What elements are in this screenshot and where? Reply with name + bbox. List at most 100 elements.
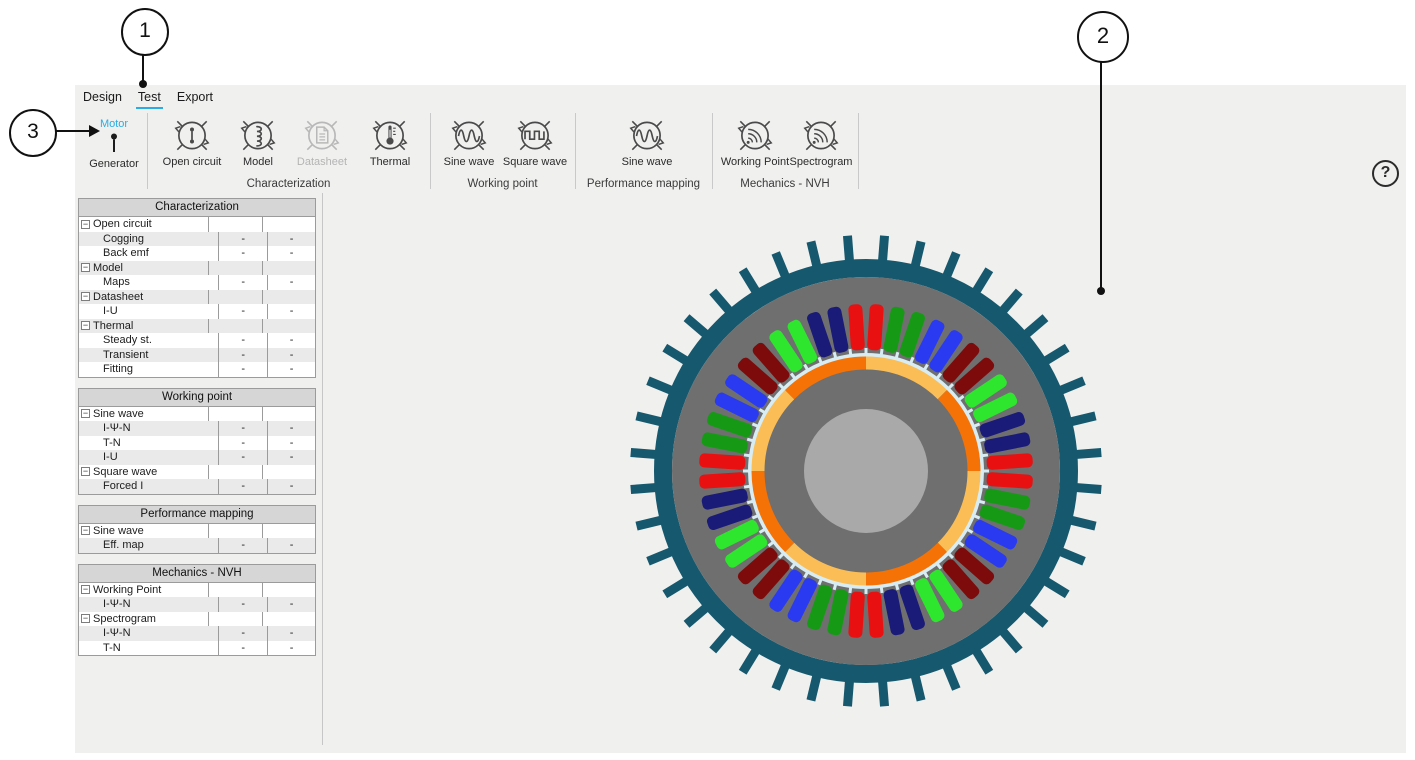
value-cell: - [218, 450, 267, 465]
value-cell: - [267, 626, 315, 641]
sine-wave-button[interactable]: Sine wave [603, 114, 691, 168]
value-cell: - [267, 333, 315, 348]
open-circuit-icon [174, 120, 210, 151]
value-cell: - [267, 450, 315, 465]
spectrogram-button[interactable]: Spectrogram [777, 114, 865, 168]
table-row[interactable]: I-Ψ-N - - [79, 597, 315, 612]
table-row[interactable]: T-N - - [79, 640, 315, 655]
value-cell: - [218, 421, 267, 436]
results-table-performance-mapping: Performance mapping − Sine wave Eff. map - - [78, 504, 316, 554]
table-row[interactable]: T-N - - [79, 435, 315, 450]
value-cell: - [267, 275, 315, 290]
value-cell: - [267, 231, 315, 246]
value-cell: - [267, 597, 315, 612]
callout-3-arrowhead [89, 125, 100, 137]
row-label: Maps [103, 276, 130, 288]
value-cell [262, 582, 315, 597]
ribbon-group-performance-mapping: Sine wave Performance mapping [575, 110, 712, 190]
button-label: Spectrogram [789, 156, 853, 168]
value-cell: - [218, 362, 267, 377]
table-row[interactable]: Eff. map - - [79, 538, 315, 553]
stator-tooth [743, 469, 752, 473]
thermal-button[interactable]: Thermal [346, 114, 434, 168]
menu-bar: Design Test Export [81, 88, 227, 110]
table-row[interactable]: Forced I -- [79, 479, 315, 494]
value-cell [262, 217, 315, 232]
row-label: Model [93, 261, 123, 274]
table-row[interactable]: Steady st. - - [79, 333, 315, 348]
nvh-icon [803, 120, 839, 151]
table-row[interactable]: − Working Point [79, 582, 315, 597]
toggle-switch-icon[interactable] [108, 132, 120, 156]
stator-tooth [864, 348, 868, 357]
value-cell [262, 406, 315, 421]
value-cell: - [267, 347, 315, 362]
row-label: Sine wave [93, 524, 144, 537]
table-header: Mechanics - NVH [79, 564, 315, 583]
collapse-icon[interactable]: − [81, 263, 90, 273]
callout-2-dot [1097, 287, 1105, 295]
value-cell [208, 260, 262, 275]
row-label: Cogging [103, 232, 144, 245]
callout-2-line [1100, 59, 1102, 288]
table-row[interactable]: − Sine wave [79, 523, 315, 538]
table-row[interactable]: − Model [79, 260, 315, 275]
collapse-icon[interactable]: − [81, 219, 90, 229]
results-panel: Characterization − Open circuit Cogging - - Ba… [78, 198, 316, 666]
thermometer-icon [372, 120, 408, 151]
row-label: Eff. map [103, 539, 144, 551]
collapse-icon[interactable]: − [81, 292, 90, 302]
collapse-icon[interactable]: − [81, 614, 90, 624]
table-row[interactable]: − Open circuit [79, 217, 315, 232]
value-cell: - [218, 333, 267, 348]
coil-icon [240, 120, 276, 151]
table-row[interactable]: Back emf - - [79, 246, 315, 261]
value-cell [208, 464, 262, 479]
table-row[interactable]: I-U - - [79, 450, 315, 465]
table-row[interactable]: Transient - - [79, 347, 315, 362]
row-label: Open circuit [93, 218, 152, 230]
row-label: Datasheet [93, 290, 144, 303]
generator-mode-label[interactable]: Generator [83, 158, 145, 170]
menu-tab-export[interactable]: Export [175, 90, 215, 109]
table-row[interactable]: − Spectrogram [79, 611, 315, 626]
table-row[interactable]: I-Ψ-N - - [79, 421, 315, 436]
menu-tab-test[interactable]: Test [135, 90, 163, 109]
callout-1-dot [139, 80, 147, 88]
callout-3-line [53, 130, 90, 132]
table-row[interactable]: − Datasheet [79, 289, 315, 304]
table-row[interactable]: I-U - - [79, 304, 315, 319]
table-row[interactable]: I-Ψ-N - - [79, 626, 315, 641]
value-cell [208, 217, 262, 232]
help-button[interactable]: ? [1372, 160, 1399, 187]
collapse-icon[interactable]: − [81, 467, 90, 477]
table-row[interactable]: − Thermal [79, 318, 315, 333]
table-header: Performance mapping [79, 505, 315, 524]
motor-cross-section [630, 235, 1102, 707]
callout-2-circle: 2 [1077, 11, 1129, 63]
value-cell [262, 318, 315, 333]
collapse-icon[interactable]: − [81, 409, 90, 419]
table-row[interactable]: − Square wave [79, 464, 315, 479]
row-label: Back emf [103, 247, 149, 259]
button-label: Thermal [369, 156, 411, 168]
collapse-icon[interactable]: − [81, 585, 90, 595]
table-row[interactable]: Cogging - - [79, 231, 315, 246]
collapse-icon[interactable]: − [81, 321, 90, 331]
ribbon-group-label: Performance mapping [586, 178, 701, 190]
value-cell [262, 523, 315, 538]
ribbon-group-mechanics-nvh: Working Point Spectrogram Mechanics - NVH [712, 110, 858, 190]
value-cell: - [267, 304, 315, 319]
row-label: Steady st. [103, 334, 152, 346]
value-cell [262, 464, 315, 479]
callout-1-line [142, 52, 144, 82]
stator-tooth [864, 585, 868, 594]
motor-cross-section-view [626, 231, 1106, 711]
menu-tab-design[interactable]: Design [81, 90, 124, 109]
table-row[interactable]: Maps - - [79, 275, 315, 290]
value-cell: - [218, 347, 267, 362]
collapse-icon[interactable]: − [81, 526, 90, 536]
square-wave-button[interactable]: Square wave [491, 114, 579, 168]
table-row[interactable]: − Sine wave [79, 406, 315, 421]
table-row[interactable]: Fitting - - [79, 362, 315, 377]
